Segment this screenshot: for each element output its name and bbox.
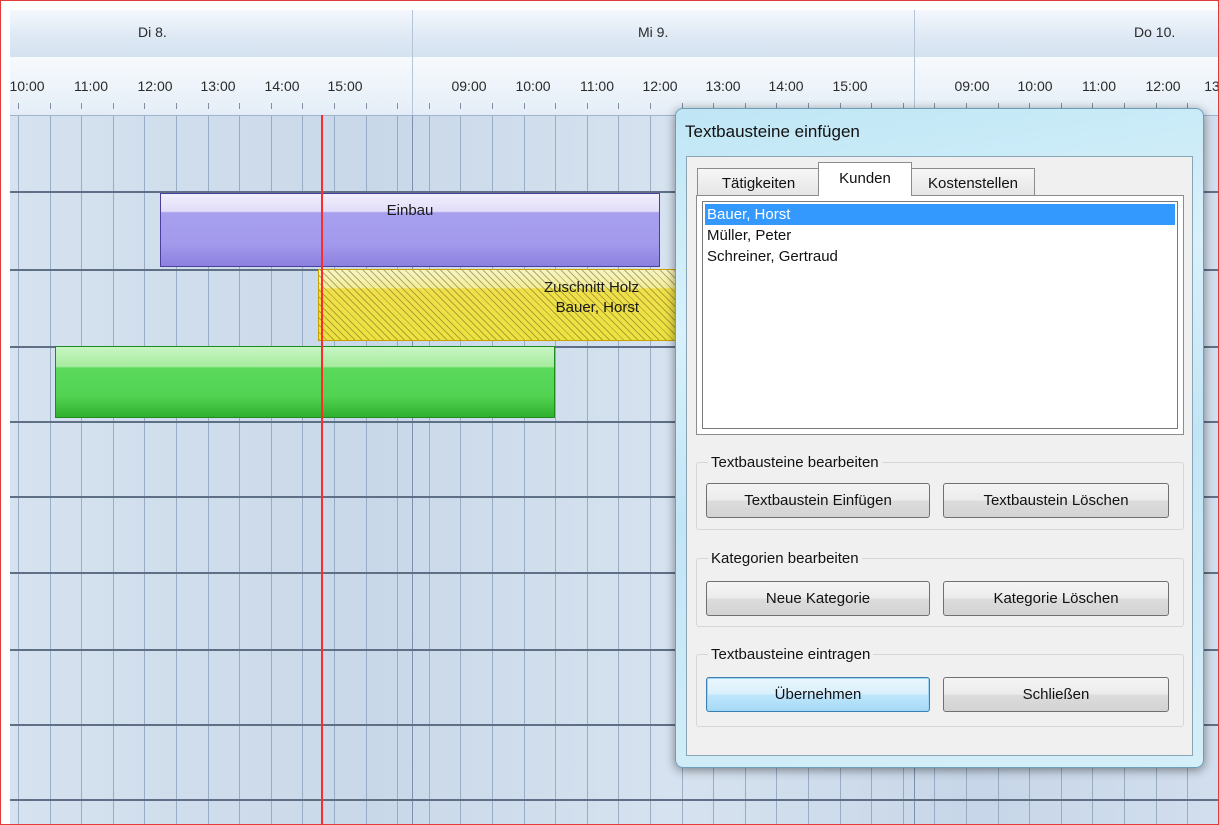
time-label: 13:00 — [200, 78, 236, 94]
time-tick — [429, 103, 430, 109]
appointment-customer: Bauer, Horst — [555, 299, 639, 316]
time-tick — [208, 103, 209, 109]
day-label[interactable]: Do 10. — [1134, 24, 1175, 40]
list-item[interactable]: Schreiner, Gertraud — [705, 246, 1175, 267]
time-label: 11:00 — [1082, 78, 1116, 94]
tab-kunden[interactable]: Kunden — [818, 162, 912, 196]
time-tick — [587, 103, 588, 109]
time-label: 09:00 — [954, 78, 990, 94]
grid-row-line — [10, 799, 1218, 801]
time-tick — [524, 103, 525, 109]
day-label[interactable]: Di 8. — [138, 24, 167, 40]
time-label: 11:00 — [580, 78, 614, 94]
delete-textbaustein-button[interactable]: Textbaustein Löschen — [943, 483, 1169, 518]
appointment-zuschnitt-holz[interactable]: Zuschnitt Holz Bauer, Horst — [318, 269, 678, 341]
close-button[interactable]: Schließen — [943, 677, 1169, 712]
time-tick — [271, 103, 272, 109]
tab-panel: Bauer, Horst Müller, Peter Schreiner, Ge… — [696, 195, 1184, 435]
group-title: Textbausteine bearbeiten — [708, 454, 882, 471]
grid-column-line — [18, 116, 19, 824]
time-tick — [334, 103, 335, 109]
delete-category-button[interactable]: Kategorie Löschen — [943, 581, 1169, 616]
time-label: 10:00 — [515, 78, 551, 94]
current-time-line — [321, 115, 323, 825]
group-edit-categories: Kategorien bearbeiten Neue Kategorie Kat… — [696, 550, 1184, 627]
time-label: 15:00 — [832, 78, 868, 94]
appointment-title: Zuschnitt Holz — [543, 279, 639, 296]
time-label: 15:00 — [327, 78, 363, 94]
group-edit-textbausteine: Textbausteine bearbeiten Textbaustein Ei… — [696, 454, 1184, 530]
day-separator — [914, 10, 915, 115]
apply-button[interactable]: Übernehmen — [706, 677, 930, 712]
appointment-label: Zuschnitt Holz Bauer, Horst — [544, 278, 639, 318]
list-item[interactable]: Müller, Peter — [705, 225, 1175, 246]
textbausteine-dialog: Textbausteine einfügen Tätigkeiten Kunde… — [675, 108, 1204, 768]
time-label: 12:00 — [137, 78, 173, 94]
time-label: 12:00 — [642, 78, 678, 94]
grid-column-line — [144, 116, 145, 824]
group-title: Textbausteine eintragen — [708, 646, 874, 663]
grid-column-line — [81, 116, 82, 824]
time-tick — [492, 103, 493, 109]
time-tick — [144, 103, 145, 109]
tab-taetigkeiten[interactable]: Tätigkeiten — [697, 168, 820, 198]
time-tick — [81, 103, 82, 109]
time-tick — [302, 103, 303, 109]
time-label: 10:00 — [9, 78, 45, 94]
group-title: Kategorien bearbeiten — [708, 550, 862, 567]
dialog-content: Tätigkeiten Kunden Kostenstellen Bauer, … — [686, 156, 1193, 756]
customer-list[interactable]: Bauer, Horst Müller, Peter Schreiner, Ge… — [702, 201, 1178, 429]
time-label: 10:00 — [1017, 78, 1053, 94]
grid-column-line — [113, 116, 114, 824]
time-tick — [650, 103, 651, 109]
time-tick — [18, 103, 19, 109]
appointment-label: Einbau — [386, 202, 434, 219]
time-label: 13 — [1204, 78, 1219, 94]
time-tick — [113, 103, 114, 109]
time-tick — [239, 103, 240, 109]
time-label: 11:00 — [74, 78, 108, 94]
dialog-title: Textbausteine einfügen — [685, 122, 860, 141]
time-label: 14:00 — [768, 78, 804, 94]
list-item[interactable]: Bauer, Horst — [705, 204, 1175, 225]
day-header: Di 8. Mi 9. Do 10. — [10, 10, 1218, 115]
day-separator — [412, 10, 413, 115]
day-label[interactable]: Mi 9. — [638, 24, 668, 40]
appointment-green[interactable] — [55, 346, 555, 418]
appointment-einbau[interactable]: Einbau — [160, 193, 660, 267]
insert-textbaustein-button[interactable]: Textbaustein Einfügen — [706, 483, 930, 518]
new-category-button[interactable]: Neue Kategorie — [706, 581, 930, 616]
time-tick — [555, 103, 556, 109]
tab-kostenstellen[interactable]: Kostenstellen — [911, 168, 1035, 198]
time-label: 14:00 — [264, 78, 300, 94]
group-apply-textbausteine: Textbausteine eintragen Übernehmen Schli… — [696, 646, 1184, 727]
time-tick — [397, 103, 398, 109]
time-tick — [460, 103, 461, 109]
time-label: 09:00 — [451, 78, 487, 94]
grid-column-line — [50, 116, 51, 824]
time-tick — [618, 103, 619, 109]
time-label: 13:00 — [705, 78, 741, 94]
time-tick — [366, 103, 367, 109]
time-tick — [176, 103, 177, 109]
time-tick — [50, 103, 51, 109]
time-label: 12:00 — [1145, 78, 1181, 94]
